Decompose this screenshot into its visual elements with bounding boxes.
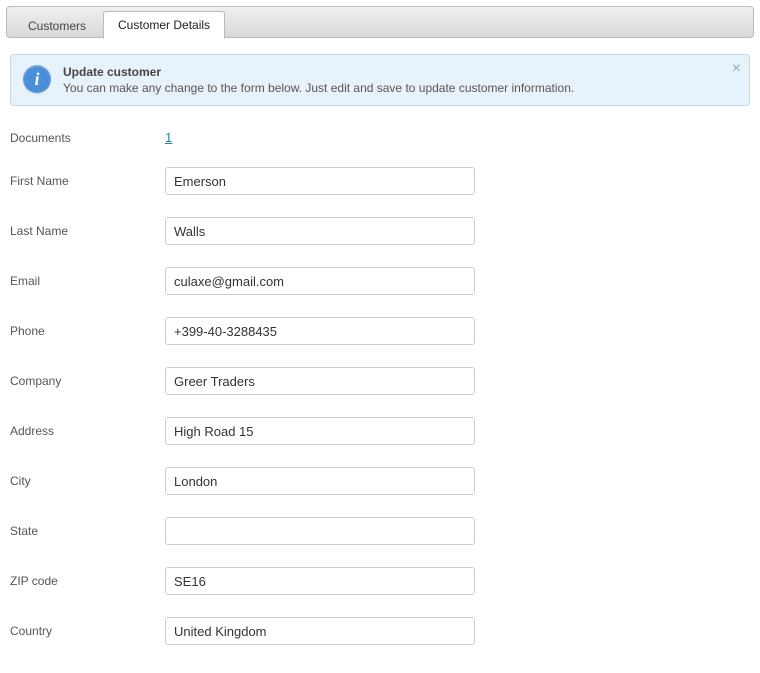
country-field[interactable] <box>165 617 475 645</box>
label-phone: Phone <box>10 324 165 338</box>
info-text: Update customer You can make any change … <box>63 65 574 95</box>
row-first-name: First Name <box>10 167 750 195</box>
label-country: Country <box>10 624 165 638</box>
row-zip: ZIP code <box>10 567 750 595</box>
documents-link[interactable]: 1 <box>165 130 172 145</box>
label-company: Company <box>10 374 165 388</box>
city-field[interactable] <box>165 467 475 495</box>
email-field[interactable] <box>165 267 475 295</box>
row-phone: Phone <box>10 317 750 345</box>
address-field[interactable] <box>165 417 475 445</box>
zip-field[interactable] <box>165 567 475 595</box>
phone-field[interactable] <box>165 317 475 345</box>
row-last-name: Last Name <box>10 217 750 245</box>
tab-bar: Customers Customer Details <box>6 6 754 38</box>
label-address: Address <box>10 424 165 438</box>
last-name-field[interactable] <box>165 217 475 245</box>
row-city: City <box>10 467 750 495</box>
row-email: Email <box>10 267 750 295</box>
info-body: You can make any change to the form belo… <box>63 81 574 95</box>
tab-customers[interactable]: Customers <box>13 12 101 39</box>
label-zip: ZIP code <box>10 574 165 588</box>
row-address: Address <box>10 417 750 445</box>
row-documents: Documents 1 <box>10 130 750 145</box>
info-banner: i Update customer You can make any chang… <box>10 54 750 106</box>
company-field[interactable] <box>165 367 475 395</box>
info-icon: i <box>23 65 51 93</box>
first-name-field[interactable] <box>165 167 475 195</box>
row-state: State <box>10 517 750 545</box>
content-area: i Update customer You can make any chang… <box>6 38 754 645</box>
label-email: Email <box>10 274 165 288</box>
row-company: Company <box>10 367 750 395</box>
state-field[interactable] <box>165 517 475 545</box>
label-documents: Documents <box>10 131 165 145</box>
label-city: City <box>10 474 165 488</box>
tab-customer-details[interactable]: Customer Details <box>103 11 225 39</box>
label-last-name: Last Name <box>10 224 165 238</box>
label-first-name: First Name <box>10 174 165 188</box>
row-country: Country <box>10 617 750 645</box>
close-icon[interactable]: × <box>732 61 741 77</box>
info-title: Update customer <box>63 65 574 79</box>
label-state: State <box>10 524 165 538</box>
